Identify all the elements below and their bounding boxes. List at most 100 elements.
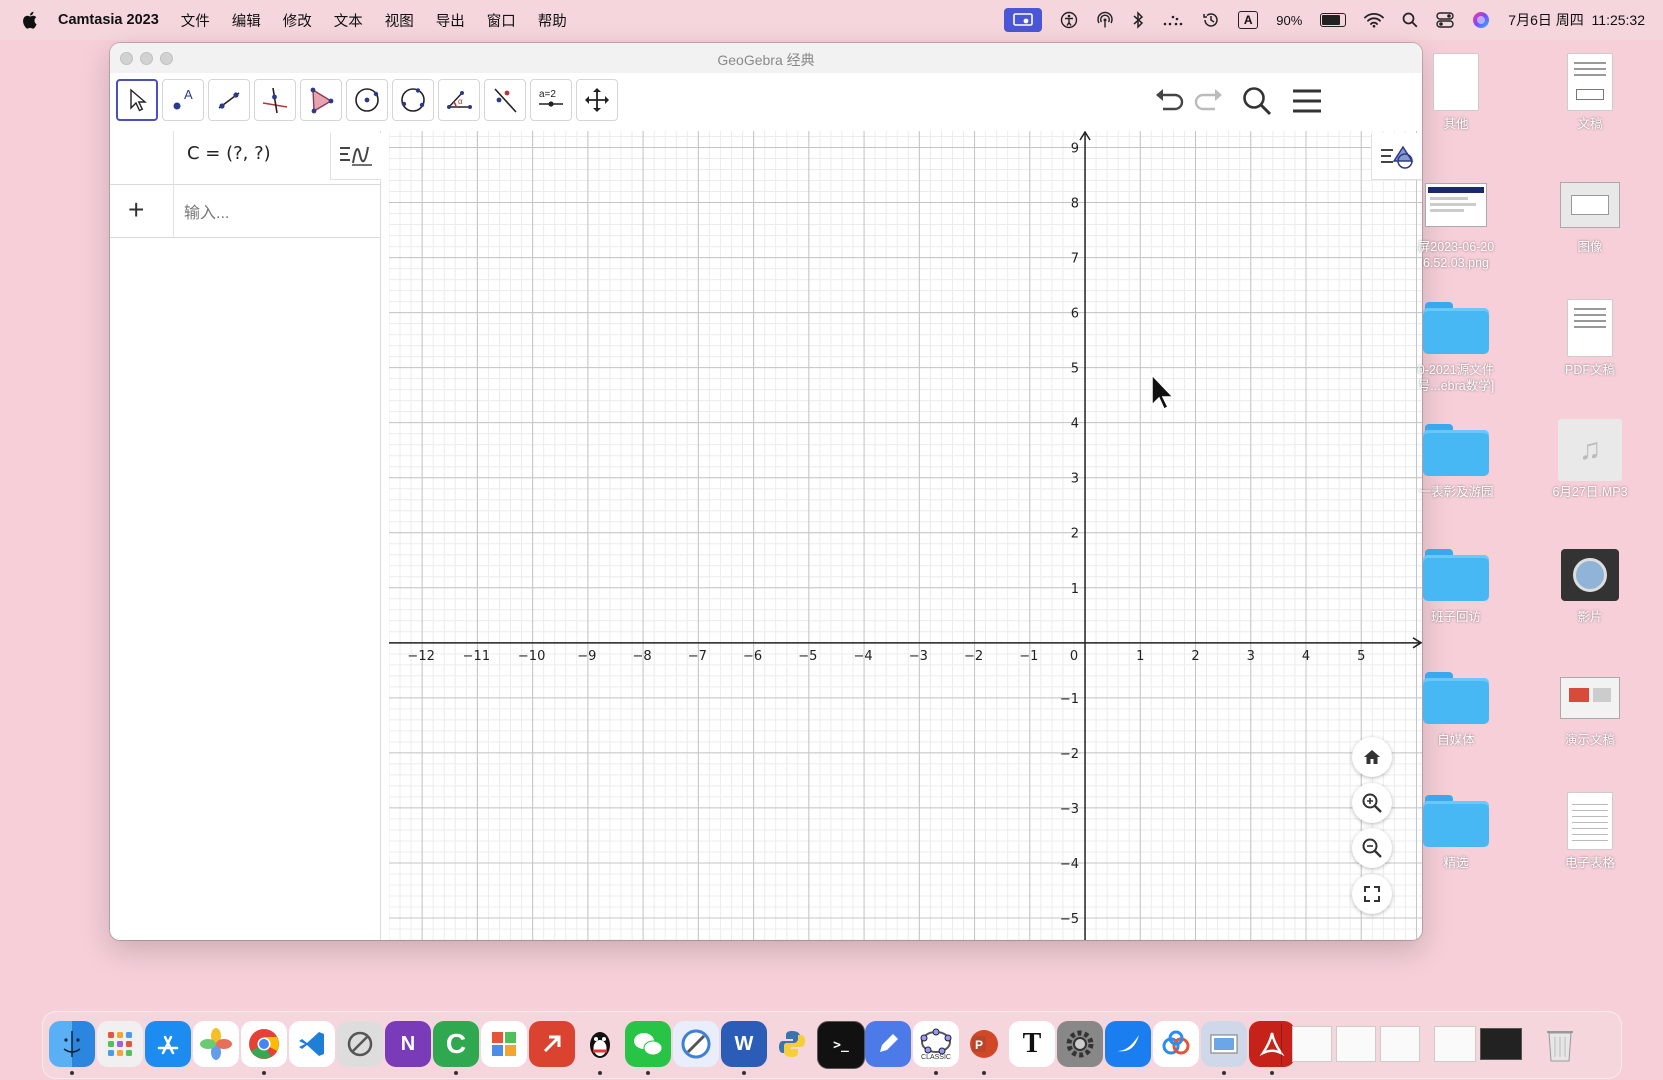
dock-trash[interactable] xyxy=(1537,1021,1583,1067)
network-dots-icon[interactable] xyxy=(1162,9,1184,31)
dock-documents-stack[interactable] xyxy=(1291,1021,1421,1067)
desktop-icon-spreadsheets[interactable]: 电子表格 xyxy=(1530,791,1650,871)
dock-vscode[interactable] xyxy=(289,1021,335,1067)
redo-button[interactable] xyxy=(1188,81,1228,121)
time-machine-icon[interactable] xyxy=(1202,9,1220,31)
menu-text[interactable]: 文本 xyxy=(334,10,363,31)
battery-icon[interactable] xyxy=(1320,13,1347,27)
dock-pencil[interactable] xyxy=(865,1021,911,1067)
dock-baidu-netdisk[interactable] xyxy=(1153,1021,1199,1067)
app-name-menu[interactable]: Camtasia 2023 xyxy=(58,12,159,28)
desktop-icon-folder-source[interactable]: 0-2021源文件 号...ebra数学] xyxy=(1396,298,1516,394)
dock-screenshot[interactable] xyxy=(337,1021,383,1067)
x-tick-label: −3 xyxy=(909,649,928,664)
desktop-icon-folder-featured[interactable]: 精选 xyxy=(1396,791,1516,871)
dock-geogebra-classic[interactable]: CLASSIC xyxy=(913,1021,959,1067)
airdrop-icon[interactable] xyxy=(1096,9,1114,31)
bluetooth-icon[interactable] xyxy=(1132,9,1144,31)
angle-icon: α xyxy=(447,91,472,109)
polygon-tool-button[interactable] xyxy=(300,79,342,121)
circle-three-points-tool-button[interactable] xyxy=(392,79,434,121)
title-bar[interactable]: GeoGebra 经典 xyxy=(110,43,1422,74)
algebra-row-marker[interactable] xyxy=(110,131,174,184)
algebra-input-row[interactable]: + 输入... xyxy=(110,184,380,238)
wifi-icon[interactable] xyxy=(1364,9,1385,31)
slider-tool-button[interactable]: a=2 xyxy=(530,79,572,121)
dock-remote[interactable] xyxy=(529,1021,575,1067)
fullscreen-button[interactable] xyxy=(1352,874,1392,914)
apple-icon[interactable] xyxy=(22,10,40,30)
algebra-input-field[interactable]: 输入... xyxy=(184,199,229,223)
point-tool-button[interactable]: A xyxy=(162,79,204,121)
dock-powerpoint[interactable]: P xyxy=(961,1021,1007,1067)
move-graphics-tool-button[interactable] xyxy=(576,79,618,121)
reflect-tool-button[interactable] xyxy=(484,79,526,121)
dock-camtasia[interactable]: C xyxy=(433,1021,479,1067)
menu-window[interactable]: 窗口 xyxy=(487,10,516,31)
desktop-icon-documents[interactable]: 文稿 xyxy=(1530,52,1650,132)
perpendicular-line-tool-button[interactable] xyxy=(254,79,296,121)
desktop-icon-movies[interactable]: 影片 xyxy=(1530,545,1650,625)
line-tool-button[interactable] xyxy=(208,79,250,121)
desktop-icon-folder-award[interactable]: 一表彰及游园 xyxy=(1396,420,1516,500)
dock-python[interactable] xyxy=(769,1021,815,1067)
menu-edit[interactable]: 编辑 xyxy=(232,10,261,31)
zoom-out-button[interactable] xyxy=(1352,828,1392,868)
coordinate-grid[interactable]: −12 −11 −10 −9 −8 −7 −6 −5 −4 −3 −2 −1 0 1 2 3 4 59876543… xyxy=(389,131,1422,940)
input-source-indicator[interactable]: A xyxy=(1238,11,1259,29)
siri-icon[interactable] xyxy=(1472,9,1490,31)
desktop-icon-mp3[interactable]: ♫ 6月27日.MP3 xyxy=(1530,419,1650,500)
cloud-icon xyxy=(1162,1030,1190,1055)
graphics-view[interactable]: −12 −11 −10 −9 −8 −7 −6 −5 −4 −3 −2 −1 0 1 2 3 4 5 9 8 7 6 5 4 3… xyxy=(389,131,1422,940)
menu-export[interactable]: 导出 xyxy=(436,10,465,31)
battery-percent[interactable]: 90% xyxy=(1276,13,1302,28)
dock-acrobat[interactable] xyxy=(1249,1021,1295,1067)
dock-preview[interactable] xyxy=(1201,1021,1247,1067)
dock-typora[interactable]: T xyxy=(1009,1021,1055,1067)
dock-safari[interactable] xyxy=(673,1021,719,1067)
menu-view[interactable]: 视图 xyxy=(385,10,414,31)
desktop-icon-other[interactable]: 其他 xyxy=(1396,52,1516,132)
dock-finder[interactable] xyxy=(49,1021,95,1067)
accessibility-icon[interactable] xyxy=(1060,9,1078,31)
dock-terminal[interactable]: >_ xyxy=(817,1021,865,1069)
desktop-icon-presentations[interactable]: 演示文稿 xyxy=(1530,668,1650,748)
standard-view-button[interactable] xyxy=(1352,737,1392,777)
algebra-expression[interactable]: C = (?, ?) xyxy=(187,143,271,164)
zoom-in-button[interactable] xyxy=(1352,783,1392,823)
desktop-icon-images[interactable]: 图像 xyxy=(1530,175,1650,255)
angle-tool-button[interactable]: α xyxy=(438,79,480,121)
dock-system-preferences[interactable] xyxy=(1057,1021,1103,1067)
dock-photos[interactable] xyxy=(193,1021,239,1067)
dock-qq[interactable] xyxy=(577,1021,623,1067)
dock-wechat[interactable] xyxy=(625,1021,671,1067)
y-tick-label: 6 xyxy=(1071,307,1079,322)
dock-onenote[interactable]: N xyxy=(385,1021,431,1067)
algebra-style-button[interactable] xyxy=(330,133,381,180)
graphics-style-button[interactable] xyxy=(1371,133,1422,180)
desktop-icon-folder-media[interactable]: 自媒体 xyxy=(1396,668,1516,748)
desktop-icon-pdf[interactable]: PDF文稿 xyxy=(1530,298,1650,378)
dock-chrome[interactable] xyxy=(241,1021,287,1067)
screen-recording-icon[interactable] xyxy=(1004,8,1043,32)
main-menu-button[interactable] xyxy=(1287,81,1327,121)
desktop-icon-folder-team[interactable]: 班子回访 xyxy=(1396,545,1516,625)
clock[interactable]: 7月6日 周四 11:25:32 xyxy=(1508,10,1645,30)
menu-help[interactable]: 帮助 xyxy=(538,10,567,31)
dock-launchpad[interactable] xyxy=(97,1021,143,1067)
menu-modify[interactable]: 修改 xyxy=(283,10,312,31)
dock-lark[interactable] xyxy=(1105,1021,1151,1067)
dock-microsoft-365[interactable] xyxy=(481,1021,527,1067)
move-tool-button[interactable] xyxy=(116,79,158,121)
undo-button[interactable] xyxy=(1150,81,1190,121)
spotlight-search-icon[interactable] xyxy=(1402,9,1418,31)
dock-downloads-stack[interactable] xyxy=(1433,1021,1523,1067)
desktop-icon-screenshot[interactable]: 屏2023-06-20 6.52.03.png xyxy=(1396,175,1516,271)
control-center-icon[interactable] xyxy=(1436,9,1454,31)
add-item-plus-icon[interactable]: + xyxy=(128,192,144,228)
dock-word[interactable]: W xyxy=(721,1021,767,1067)
search-button[interactable] xyxy=(1237,81,1277,121)
circle-tool-button[interactable] xyxy=(346,79,388,121)
menu-file[interactable]: 文件 xyxy=(181,10,210,31)
dock-app-store[interactable] xyxy=(145,1021,191,1067)
